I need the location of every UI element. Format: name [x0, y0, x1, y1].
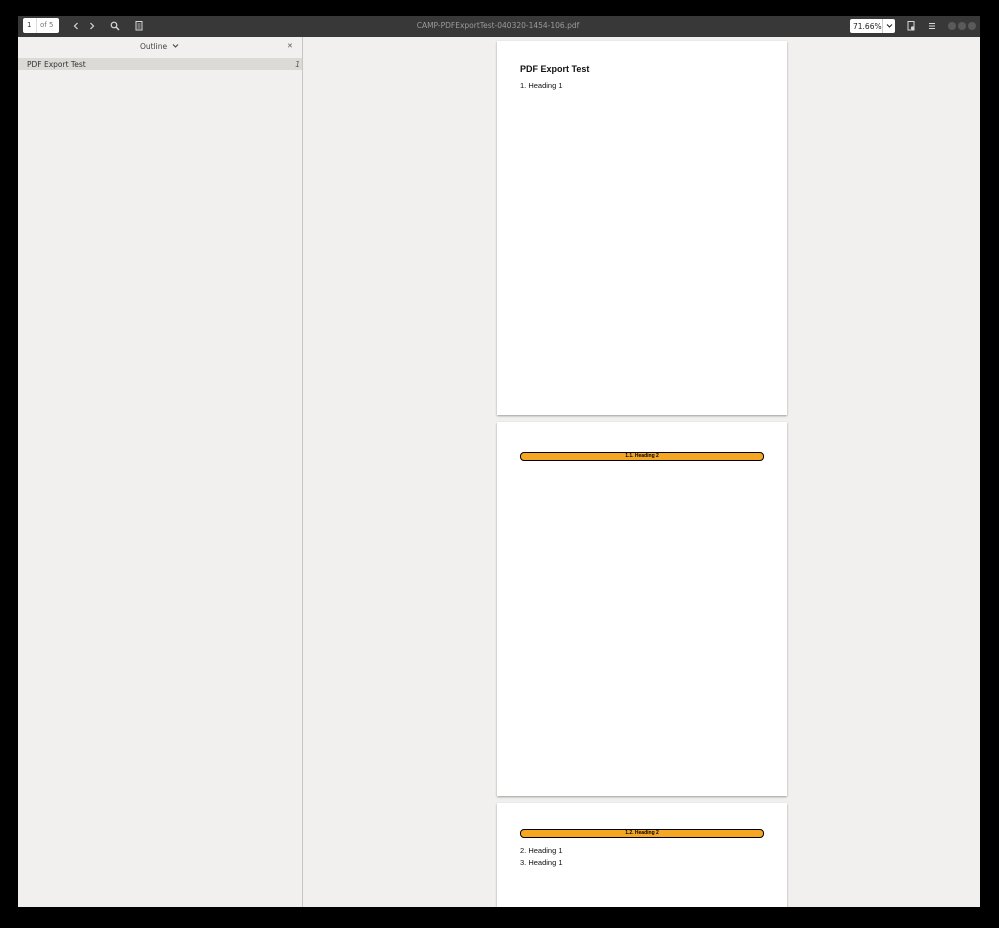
document-heading: PDF Export Test — [520, 64, 590, 74]
heading-2-banner: 1.2. Heading 2 — [520, 829, 764, 838]
chevron-down-icon — [885, 21, 894, 30]
zoom-select[interactable]: 71.66% — [850, 19, 895, 33]
heading-1-line: 3. Heading 1 — [520, 858, 563, 867]
minimize-button[interactable] — [948, 22, 956, 30]
heading-1-line: 1. Heading 1 — [520, 81, 563, 90]
previous-page-button[interactable] — [70, 20, 82, 32]
outline-item-label: PDF Export Test — [27, 59, 86, 69]
page-1: PDF Export Test 1. Heading 1 — [497, 41, 787, 415]
heading-2-banner: 1.1. Heading 2 — [520, 452, 764, 461]
sidebar-toggle-button[interactable] — [133, 20, 145, 32]
page-settings-icon — [907, 21, 915, 31]
heading-1-line: 2. Heading 1 — [520, 846, 563, 855]
sidebar: Outline ✕ PDF Export Test 1 — [18, 37, 303, 907]
sidebar-mode-label[interactable]: Outline — [140, 42, 167, 51]
zoom-value: 71.66% — [853, 22, 882, 31]
next-page-button[interactable] — [86, 20, 98, 32]
page-settings-button[interactable] — [905, 20, 917, 32]
zoom-divider — [882, 19, 883, 33]
document-icon — [135, 21, 143, 31]
page-count-label: of 5 — [40, 21, 54, 29]
close-window-button[interactable] — [968, 22, 976, 30]
menu-icon — [929, 22, 935, 30]
chevron-down-icon[interactable] — [171, 41, 180, 50]
document-title: CAMP-PDFExportTest-040320-1454-106.pdf — [416, 21, 580, 30]
search-button[interactable] — [109, 20, 121, 32]
sidebar-mode-selector[interactable]: Outline — [18, 37, 302, 57]
page-2: 1.1. Heading 2 — [497, 422, 787, 796]
page-entry-divider — [36, 18, 37, 33]
search-icon — [110, 21, 120, 31]
outline-item-page: 1 — [295, 59, 300, 69]
pdf-viewer-window: 1 of 5 CAMP-PDFExportTest-040320-1454-10… — [18, 16, 980, 907]
outline-item[interactable]: PDF Export Test 1 — [18, 58, 302, 70]
page-3: 1.2. Heading 2 2. Heading 1 3. Heading 1 — [497, 803, 787, 907]
page-number-entry[interactable]: 1 of 5 — [23, 18, 59, 33]
current-page-value[interactable]: 1 — [27, 21, 31, 29]
maximize-button[interactable] — [958, 22, 966, 30]
chevron-left-icon — [73, 22, 78, 30]
document-view[interactable]: PDF Export Test 1. Heading 1 1.1. Headin… — [303, 37, 980, 907]
chevron-right-icon — [90, 22, 95, 30]
main-menu-button[interactable] — [926, 20, 938, 32]
header-bar: 1 of 5 CAMP-PDFExportTest-040320-1454-10… — [18, 16, 980, 37]
close-icon[interactable]: ✕ — [287, 42, 293, 50]
